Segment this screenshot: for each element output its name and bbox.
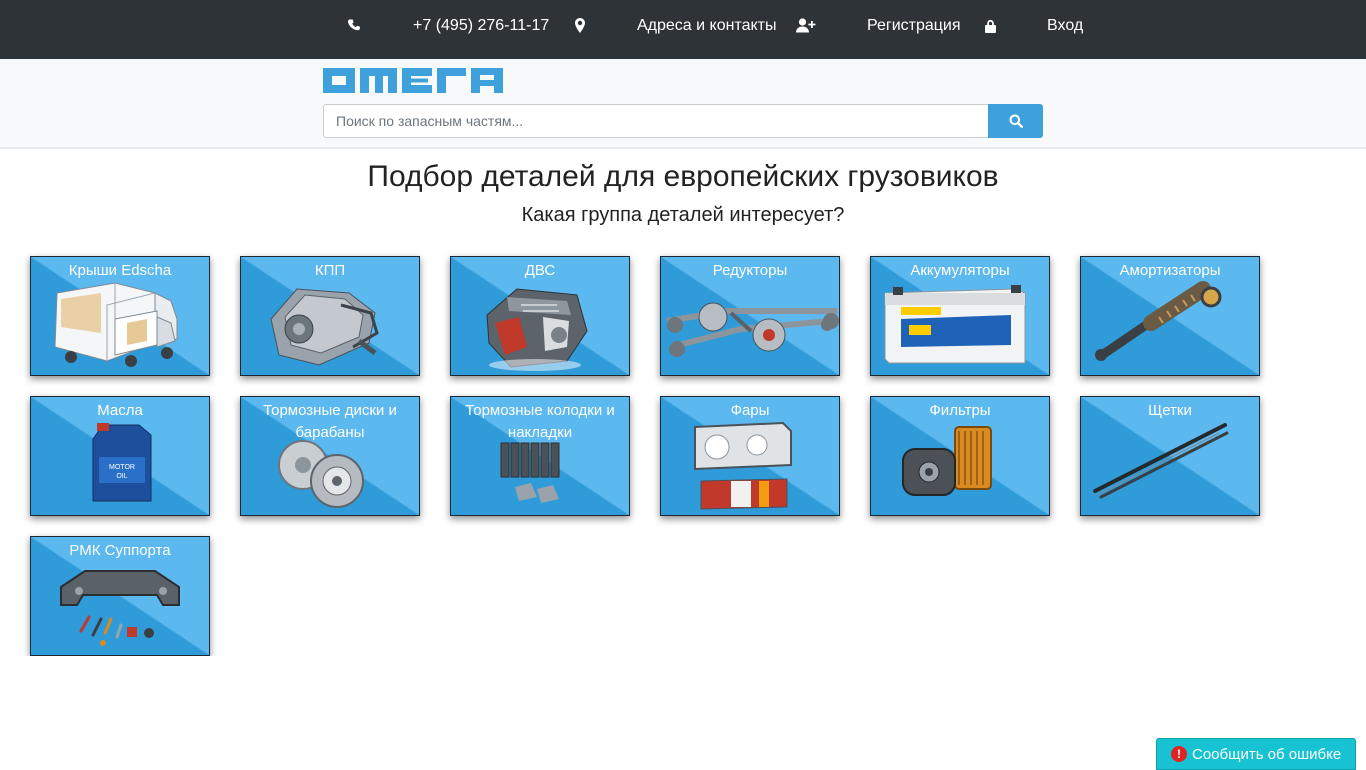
category-label: ДВС <box>524 262 556 279</box>
category-card-roofs[interactable]: Крыши Edscha <box>30 256 210 376</box>
svg-text:OIL: OIL <box>116 473 127 480</box>
top-bar: +7 (495) 276-11-17 Адреса и контакты Рег… <box>0 0 1366 59</box>
category-label: Тормозные диски и барабаны <box>263 402 397 441</box>
category-label: КПП <box>314 262 346 279</box>
search-bar <box>323 104 1043 138</box>
category-label: Щетки <box>1148 402 1192 419</box>
category-label: Крыши Edscha <box>68 262 172 279</box>
category-card-wipers[interactable]: Щетки <box>1080 396 1260 516</box>
category-label: Амортизаторы <box>1119 262 1221 279</box>
login-label: Вход <box>1047 16 1084 34</box>
category-card-batteries[interactable]: Аккумуляторы <box>870 256 1050 376</box>
lock-icon <box>985 0 996 51</box>
category-label: Редукторы <box>712 262 788 279</box>
category-label: Тормозные колодки и накладки <box>465 402 615 441</box>
category-card-gearbox[interactable]: КПП <box>240 256 420 376</box>
category-card-caliper-kits[interactable]: РМК Суппорта <box>30 536 210 656</box>
addresses-label: Адреса и контакты <box>637 16 777 34</box>
user-plus-icon <box>796 0 816 51</box>
register-link[interactable]: Регистрация <box>867 0 961 51</box>
search-button[interactable] <box>988 104 1043 138</box>
report-error-button[interactable]: ! Сообщить об ошибке <box>1156 738 1356 770</box>
alert-icon: ! <box>1171 746 1187 762</box>
page-subtitle: Какая группа деталей интересует? <box>521 204 845 226</box>
category-card-oils[interactable]: MOTOR OIL Масла <box>30 396 210 516</box>
register-label: Регистрация <box>867 16 961 34</box>
login-link[interactable]: Вход <box>1047 0 1083 51</box>
header <box>0 59 1366 149</box>
category-card-brake-pads[interactable]: Тормозные колодки и накладки <box>450 396 630 516</box>
svg-text:MOTOR: MOTOR <box>109 464 135 471</box>
report-error-label: Сообщить об ошибке <box>1192 745 1342 763</box>
category-card-lights[interactable]: Фары <box>660 396 840 516</box>
category-label: Аккумуляторы <box>910 262 1010 279</box>
category-card-brake-discs[interactable]: Тормозные диски и барабаны <box>240 396 420 516</box>
phone-icon <box>348 0 361 51</box>
category-label: Фары <box>730 402 770 419</box>
omega-logo[interactable] <box>323 68 503 93</box>
category-card-shocks[interactable]: Амортизаторы <box>1080 256 1260 376</box>
page-title: Подбор деталей для европейских грузовико… <box>367 160 999 193</box>
category-card-axles[interactable]: Редукторы <box>660 256 840 376</box>
category-label: Масла <box>97 402 143 419</box>
search-icon <box>1009 114 1023 128</box>
category-label: Фильтры <box>929 402 991 419</box>
search-input[interactable] <box>323 104 988 138</box>
addresses-link[interactable]: Адреса и контакты <box>637 0 777 51</box>
category-card-engine[interactable]: ДВС <box>450 256 630 376</box>
category-card-filters[interactable]: Фильтры <box>870 396 1050 516</box>
phone-number: +7 (495) 276-11-17 <box>413 16 550 34</box>
category-label: РМК Суппорта <box>69 542 171 559</box>
map-marker-icon <box>575 0 585 51</box>
phone-link[interactable]: +7 (495) 276-11-17 <box>413 0 549 51</box>
